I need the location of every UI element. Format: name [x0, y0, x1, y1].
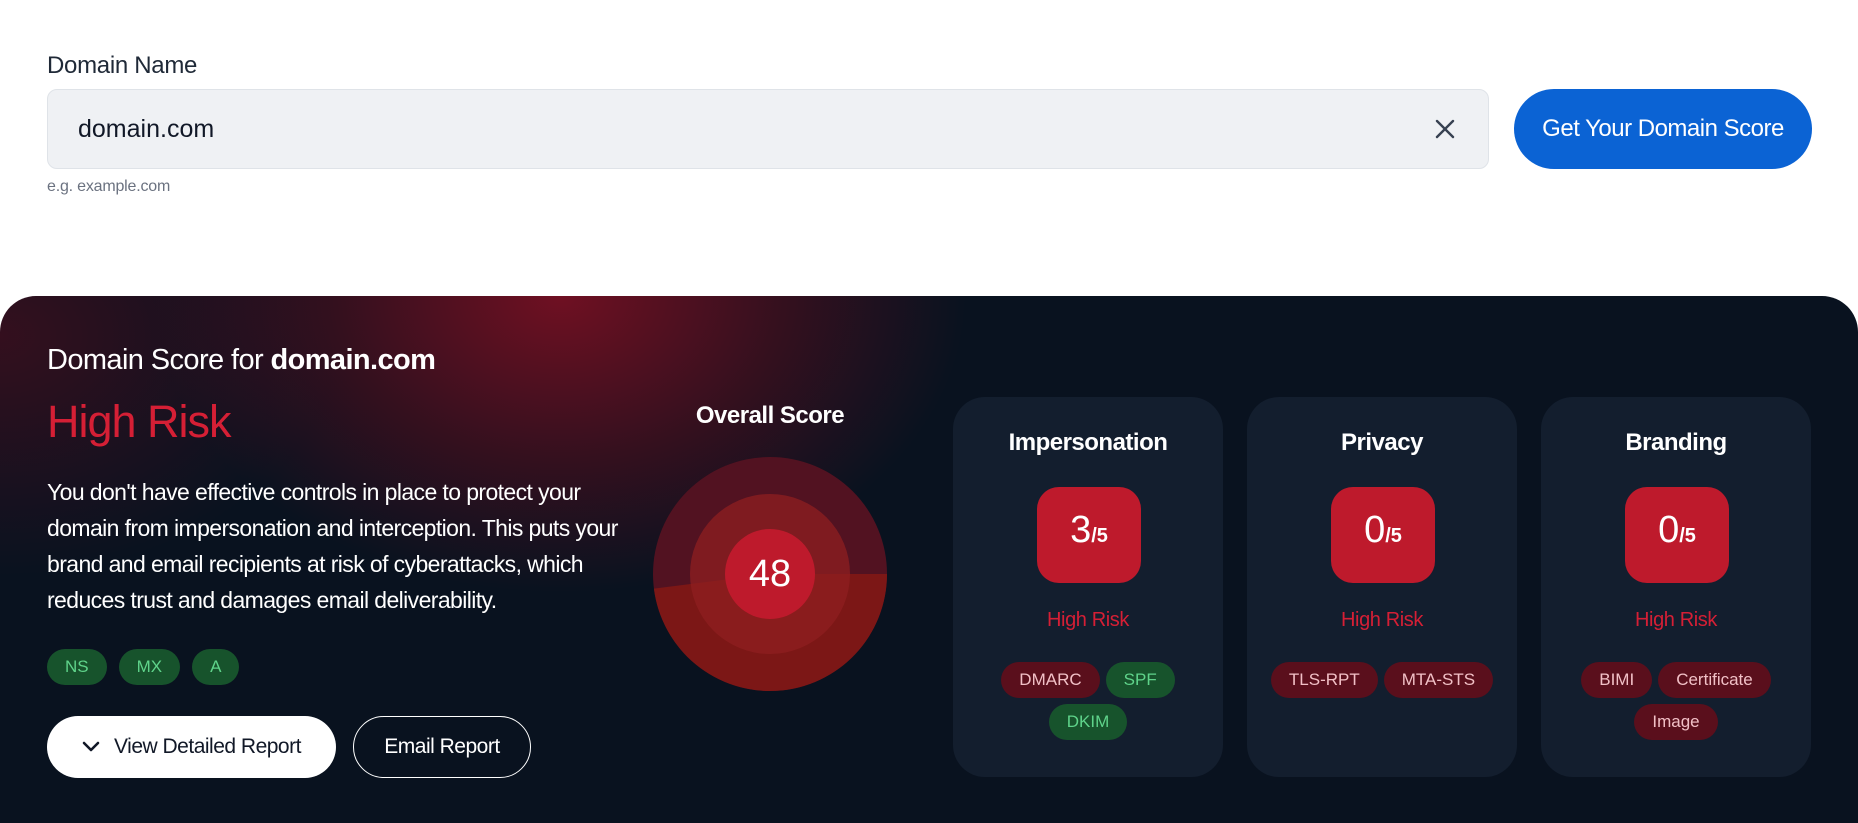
risk-description: You don't have effective controls in pla… — [47, 479, 618, 613]
get-domain-score-button[interactable]: Get Your Domain Score — [1514, 89, 1812, 169]
category-card-branding: Branding 0/5 High Risk BIMI Certificate … — [1541, 397, 1811, 777]
category-score-max: /5 — [1679, 525, 1696, 547]
category-tags: DMARC SPF DKIM — [973, 662, 1203, 740]
domain-score-panel: Domain Score for domain.com High Risk Yo… — [0, 296, 1858, 823]
protocol-tag-bimi: BIMI — [1581, 662, 1653, 698]
category-score-max: /5 — [1091, 525, 1108, 547]
protocol-tag-dkim: DKIM — [1048, 704, 1128, 740]
view-detailed-report-button[interactable]: View Detailed Report — [47, 716, 336, 778]
category-score-badge: 0/5 — [1331, 487, 1435, 583]
category-score-badge: 0/5 — [1625, 487, 1729, 583]
protocol-tag-dmarc: DMARC — [1001, 662, 1100, 698]
protocol-tag-spf: SPF — [1105, 662, 1175, 698]
record-tag-mx: MX — [118, 649, 181, 685]
chevron-down-icon — [82, 735, 100, 759]
category-tags: BIMI Certificate Image — [1561, 662, 1791, 740]
category-card-privacy: Privacy 0/5 High Risk TLS-RPT MTA-STS — [1247, 397, 1517, 777]
record-tag-ns: NS — [47, 649, 107, 685]
category-score: 0 — [1658, 509, 1680, 551]
domain-score-prefix: Domain Score for — [47, 344, 271, 376]
view-detailed-report-label: View Detailed Report — [114, 735, 301, 758]
domain-input-container — [47, 89, 1489, 169]
domain-score-domain: domain.com — [270, 344, 436, 376]
category-score-max: /5 — [1385, 525, 1402, 547]
category-tags: TLS-RPT MTA-STS — [1267, 662, 1497, 698]
protocol-tag-tls-rpt: TLS-RPT — [1270, 662, 1378, 698]
domain-score-heading: Domain Score for domain.com — [47, 344, 436, 377]
category-name: Impersonation — [1008, 429, 1168, 456]
protocol-tag-certificate: Certificate — [1658, 662, 1771, 698]
domain-name-label: Domain Name — [47, 52, 198, 79]
domain-input[interactable] — [78, 90, 1378, 168]
category-risk: High Risk — [1047, 609, 1129, 631]
category-card-impersonation: Impersonation 3/5 High Risk DMARC SPF DK… — [953, 397, 1223, 777]
category-score-badge: 3/5 — [1037, 487, 1141, 583]
protocol-tag-mta-sts: MTA-STS — [1383, 662, 1494, 698]
overall-score-value: 48 — [748, 553, 792, 595]
category-risk: High Risk — [1635, 609, 1717, 631]
category-score: 0 — [1364, 509, 1386, 551]
category-name: Privacy — [1341, 429, 1423, 456]
risk-level-title: High Risk — [47, 396, 232, 447]
category-risk: High Risk — [1341, 609, 1423, 631]
category-name: Branding — [1625, 429, 1727, 456]
email-report-button[interactable]: Email Report — [353, 716, 531, 778]
overall-score-title: Overall Score — [695, 402, 845, 429]
protocol-tag-image: Image — [1634, 704, 1718, 740]
close-icon[interactable] — [1432, 116, 1458, 142]
category-score: 3 — [1070, 509, 1092, 551]
domain-hint: e.g. example.com — [47, 178, 171, 195]
record-tag-a: A — [192, 649, 240, 685]
dns-record-tags: NS MX A — [47, 649, 240, 685]
